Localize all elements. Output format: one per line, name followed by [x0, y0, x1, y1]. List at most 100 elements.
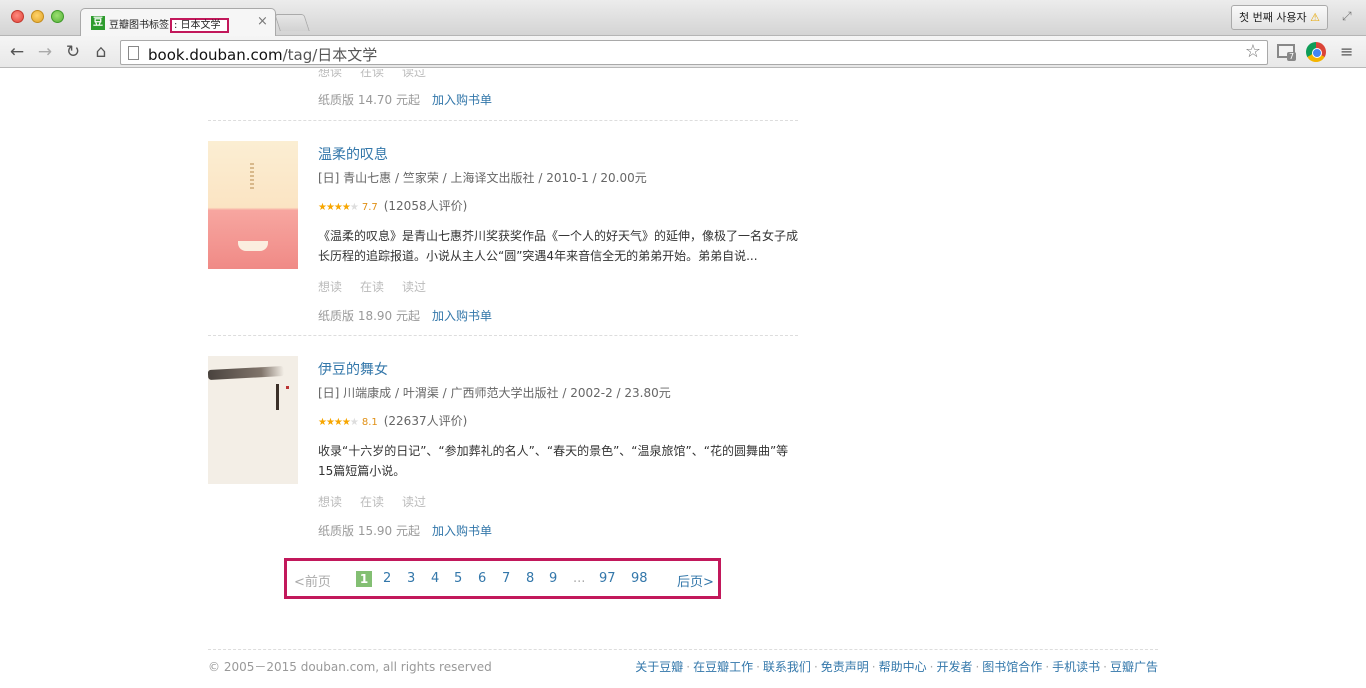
rating-score: 8.1 — [361, 417, 378, 428]
reading-link[interactable]: 在读 — [360, 280, 384, 294]
rating-count: (22637人评价) — [383, 414, 468, 428]
new-tab-button[interactable] — [274, 14, 310, 31]
browser-tab-active[interactable]: 豆 豆瓣图书标签: 日本文学 × — [80, 8, 276, 37]
tab-title-prefix: 豆瓣图书标签 — [109, 20, 169, 31]
footer-link-about[interactable]: 关于豆瓣 — [635, 660, 683, 674]
reading-link[interactable]: 在读 — [360, 495, 384, 509]
tab-close-icon[interactable]: × — [257, 14, 268, 29]
rating-stars-icon: ★★★★★ — [318, 417, 359, 428]
page-link[interactable]: 4 — [431, 571, 439, 586]
page-link[interactable]: 2 — [383, 571, 391, 586]
want-read-link[interactable]: 想读 — [318, 495, 342, 509]
cover-ink-title — [276, 384, 279, 410]
add-to-cart-link[interactable]: 加入购书单 — [432, 93, 492, 107]
tab-title-highlight: : 日本文学 — [170, 18, 229, 33]
profile-button[interactable]: 첫 번째 사용자 ⚠ — [1231, 5, 1328, 30]
warning-icon: ⚠ — [1310, 11, 1321, 24]
page-link[interactable]: 5 — [454, 571, 462, 586]
home-icon[interactable]: ⌂ — [90, 41, 112, 63]
footer-link-help[interactable]: 帮助中心 — [879, 660, 927, 674]
window-maximize-button[interactable] — [51, 10, 64, 23]
footer-link-disclaimer[interactable]: 免责声明 — [821, 660, 869, 674]
bookmark-star-icon[interactable]: ☆ — [1245, 41, 1261, 62]
profile-label: 첫 번째 사용자 — [1238, 11, 1307, 24]
window-close-button[interactable] — [11, 10, 24, 23]
fullscreen-icon[interactable]: ⤢ — [1342, 9, 1356, 23]
book-item: 伊豆的舞女 [日] 川端康成 / 叶渭渠 / 广西师范大学出版社 / 2002-… — [208, 356, 798, 546]
paginator: <前页 1 2 3 4 5 6 7 8 9 ... 97 98 后页> — [284, 558, 721, 599]
footer-links: 关于豆瓣 · 在豆瓣工作 · 联系我们 · 免责声明 · 帮助中心 · 开发者 · 图书馆合作 · 手机读书… — [635, 660, 1158, 674]
read-link[interactable]: 读过 — [402, 495, 426, 509]
book-cover[interactable] — [208, 141, 298, 269]
rating-stars-icon: ★★★★★ — [318, 202, 359, 213]
read-link[interactable]: 读过 — [402, 69, 426, 79]
item-divider — [208, 120, 798, 121]
page-link[interactable]: 9 — [549, 571, 557, 586]
book-description: 收录“十六岁的日记”、“参加葬礼的名人”、“春天的景色”、“温泉旅馆”、“花的圆… — [318, 444, 789, 478]
book-rating: ★★★★★ 8.1 (22637人评价) — [318, 412, 467, 429]
footer-link-mobile[interactable]: 手机读书 — [1052, 660, 1100, 674]
book-title-link[interactable]: 温柔的叹息 — [318, 144, 388, 164]
read-link[interactable]: 读过 — [402, 280, 426, 294]
footer-link-jobs[interactable]: 在豆瓣工作 — [693, 660, 753, 674]
add-to-cart-link[interactable]: 加入购书单 — [432, 524, 492, 538]
cover-vertical-text — [250, 163, 254, 191]
chrome-extension-icon[interactable] — [1306, 42, 1326, 62]
browser-menu-icon[interactable]: ≡ — [1340, 43, 1356, 61]
price-text: 纸质版 15.90 元起 — [318, 524, 420, 538]
url-host: book.douban.com — [148, 46, 283, 64]
page-link[interactable]: 7 — [502, 571, 510, 586]
douban-favicon-icon: 豆 — [91, 16, 105, 30]
book-description: 《温柔的叹息》是青山七惠芥川奖获奖作品《一个人的好天气》的延伸，像极了一名女子成… — [318, 229, 799, 263]
book-actions: 想读 在读 读过 — [318, 493, 444, 510]
browser-toolbar: ← → ↻ ⌂ book.douban.com/tag/日本文学 ☆ 7 ≡ — [0, 36, 1366, 68]
prev-item-buy: 纸质版 14.70 元起 加入购书单 — [318, 91, 492, 108]
cover-boat-shape — [238, 241, 268, 251]
url-path: /tag/日本文学 — [282, 46, 378, 64]
window-minimize-button[interactable] — [31, 10, 44, 23]
reload-icon[interactable]: ↻ — [62, 41, 84, 63]
tab-title: 豆瓣图书标签: 日本文学 — [109, 16, 229, 33]
page-ellipsis: ... — [573, 571, 586, 586]
rating-count: (12058人评价) — [383, 199, 468, 213]
back-arrow-icon[interactable]: ← — [6, 41, 28, 63]
book-title-link[interactable]: 伊豆的舞女 — [318, 359, 388, 379]
page-icon — [128, 46, 139, 60]
book-rating: ★★★★★ 7.7 (12058人评价) — [318, 197, 467, 214]
footer-link-contact[interactable]: 联系我们 — [763, 660, 811, 674]
footer-link-ads[interactable]: 豆瓣广告 — [1110, 660, 1158, 674]
price-text: 纸质版 14.70 元起 — [318, 93, 420, 107]
page-link[interactable]: 3 — [407, 571, 415, 586]
prev-page-link: <前页 — [294, 575, 331, 590]
page-link[interactable]: 98 — [631, 571, 648, 586]
gmail-extension-icon[interactable]: 7 — [1276, 42, 1298, 62]
cover-ink-brush — [208, 366, 285, 380]
price-text: 纸质版 18.90 元起 — [318, 309, 420, 323]
page-link[interactable]: 8 — [526, 571, 534, 586]
book-pub-info: [日] 川端康成 / 叶渭渠 / 广西师范大学出版社 / 2002-2 / 23… — [318, 386, 671, 400]
copyright-text: © 2005－2015 douban.com, all rights reser… — [208, 660, 492, 674]
footer-link-library[interactable]: 图书馆合作 — [982, 660, 1042, 674]
reading-link[interactable]: 在读 — [360, 69, 384, 79]
want-read-link[interactable]: 想读 — [318, 280, 342, 294]
page-content: 想读 在读 读过 纸质版 14.70 元起 加入购书单 温柔的叹息 [日] 青山七惠 … — [0, 69, 1366, 688]
page-link[interactable]: 97 — [599, 571, 616, 586]
browser-titlebar: 豆 豆瓣图书标签: 日本文学 × 첫 번째 사용자 ⚠ ⤢ — [0, 0, 1366, 37]
gmail-unread-badge: 7 — [1287, 52, 1297, 61]
page-link[interactable]: 6 — [478, 571, 486, 586]
address-bar[interactable]: book.douban.com/tag/日本文学 ☆ — [120, 40, 1268, 65]
url-text: book.douban.com/tag/日本文学 — [148, 44, 377, 65]
want-read-link[interactable]: 想读 — [318, 69, 342, 79]
current-page: 1 — [356, 571, 372, 587]
rating-score: 7.7 — [361, 202, 378, 213]
book-actions: 想读 在读 读过 — [318, 278, 444, 295]
book-cover[interactable] — [208, 356, 298, 484]
book-buy: 纸质版 15.90 元起 加入购书单 — [318, 522, 492, 539]
book-buy: 纸质版 18.90 元起 加入购书单 — [318, 307, 492, 324]
forward-arrow-icon[interactable]: → — [34, 41, 56, 63]
add-to-cart-link[interactable]: 加入购书单 — [432, 309, 492, 323]
footer-divider — [208, 649, 1158, 650]
next-page-link[interactable]: 后页> — [677, 571, 714, 590]
footer-link-developers[interactable]: 开发者 — [936, 660, 972, 674]
item-divider — [208, 335, 798, 336]
